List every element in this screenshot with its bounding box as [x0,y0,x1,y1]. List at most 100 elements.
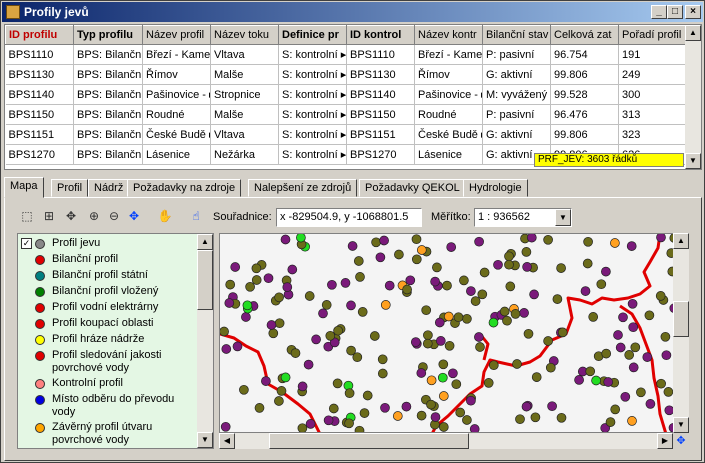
map-point[interactable] [547,401,557,412]
map-point[interactable] [290,348,301,358]
map-point[interactable] [453,312,464,323]
scroll-down-icon[interactable]: ▼ [197,432,213,448]
map-point[interactable] [311,334,321,345]
map-point[interactable] [588,312,599,322]
legend-vertical-scrollbar[interactable]: ▲ ▼ [197,234,213,448]
map-point[interactable] [394,249,404,260]
map-point[interactable] [591,375,601,386]
map-horizontal-scrollbar[interactable]: ◀ ▶ [219,433,673,449]
pan-arrows-icon[interactable]: ✥ [62,207,80,225]
map-point[interactable] [353,256,364,266]
map-point[interactable] [241,312,251,322]
map-point[interactable] [410,337,421,347]
map-point[interactable] [521,247,532,257]
map-point[interactable] [488,360,499,371]
map-point[interactable] [352,352,363,363]
table-cell[interactable]: S: kontrolní ▸ [278,64,347,85]
map-point[interactable] [325,330,336,341]
map-point[interactable] [630,342,641,353]
table-cell[interactable]: Římov [414,64,483,85]
table-cell[interactable]: BPS1151 [5,124,74,145]
column-header[interactable]: Název profil [142,25,211,45]
table-cell[interactable]: Malše [210,104,279,125]
map-point[interactable] [446,242,457,252]
map-point[interactable] [499,306,510,317]
table-cell[interactable]: Malše [210,64,279,85]
table-cell[interactable]: Lásenice [414,144,483,165]
map-point[interactable] [297,423,308,433]
table-cell[interactable]: Římov [142,64,211,85]
map-point[interactable] [661,350,672,361]
map-point[interactable] [274,292,284,303]
scroll-thumb[interactable] [269,433,469,449]
minimize-button[interactable]: _ [651,5,667,19]
column-header[interactable]: Definice pr [278,25,347,45]
map-point[interactable] [521,401,532,412]
map-point[interactable] [263,273,274,284]
scroll-right-icon[interactable]: ▶ [657,433,673,449]
table-cell[interactable]: P: pasivní [482,104,551,125]
column-header[interactable]: Bilanční stav [482,25,551,45]
table-cell[interactable]: BPS1140 [5,84,74,105]
map-point[interactable] [266,320,277,330]
map-point[interactable] [628,322,639,333]
map-point[interactable] [332,378,343,389]
map-point[interactable] [220,421,231,432]
scroll-up-icon[interactable]: ▲ [673,233,689,249]
map-point[interactable] [526,234,537,243]
table-cell[interactable]: Roudné [414,104,483,125]
map-point[interactable] [251,275,262,285]
map-point[interactable] [346,300,356,311]
map-point[interactable] [610,404,621,415]
scroll-down-icon[interactable]: ▼ [673,417,689,433]
map-point[interactable] [443,311,454,322]
map-point[interactable] [423,330,433,341]
table-cell[interactable]: BPS1270 [346,144,415,165]
map-point[interactable] [459,275,469,286]
map-point[interactable] [512,359,522,369]
map-point[interactable] [375,252,386,263]
map-point[interactable] [504,259,514,270]
map-point[interactable] [426,399,436,410]
table-cell[interactable]: Pašinovice - ▸ [142,84,211,105]
map-point[interactable] [627,416,637,426]
map-point[interactable] [359,408,370,418]
map-point[interactable] [556,412,567,423]
tab-profil[interactable]: Profil [51,179,89,197]
scroll-up-icon[interactable]: ▲ [197,234,213,250]
table-row[interactable]: BPS1150BPS: Bilančn ▸RoudnéMalšeS: kontr… [5,104,688,125]
map-point[interactable] [627,298,638,309]
coordinates-field[interactable]: x -829504.9, y -1068801.5 [276,208,422,227]
map-point[interactable] [483,378,494,388]
layer-checkbox[interactable]: ✓ [21,238,32,249]
maximize-button[interactable]: □ [667,5,683,19]
table-cell[interactable]: BPS1130 [346,64,415,85]
table-cell[interactable]: 96.754 [550,44,619,65]
map-point[interactable] [224,298,235,308]
map-point[interactable] [305,419,316,429]
tab-hydrologie[interactable]: Hydrologie [463,179,528,197]
map-point[interactable] [318,308,328,319]
map-point[interactable] [369,331,380,341]
map-point[interactable] [328,403,339,414]
table-cell[interactable]: 300 [618,84,688,105]
scroll-down-icon[interactable]: ▼ [685,153,701,169]
table-cell[interactable]: BPS: Bilančn ▸ [73,144,143,165]
map-point[interactable] [515,414,525,425]
map-point[interactable] [432,262,442,273]
identify-icon[interactable]: ☝ [187,207,205,225]
map-point[interactable] [416,245,427,255]
map-point[interactable] [552,294,563,304]
map-point[interactable] [438,359,449,370]
table-cell[interactable]: S: kontrolní ▸ [278,104,347,125]
map-point[interactable] [411,234,422,245]
table-cell[interactable]: BPS1150 [346,104,415,125]
table-cell[interactable]: BPS: Bilančn ▸ [73,44,143,65]
table-row[interactable]: BPS1110BPS: Bilančn ▸Březí - Kame ▸Vltav… [5,44,688,65]
tab-pozadavky-na-zdroje[interactable]: Požadavky na zdroje [127,179,242,197]
map-point[interactable] [636,387,646,398]
map-point[interactable] [479,267,490,278]
map-point[interactable] [603,377,614,387]
map-point[interactable] [510,309,521,319]
map-point[interactable] [469,424,480,434]
